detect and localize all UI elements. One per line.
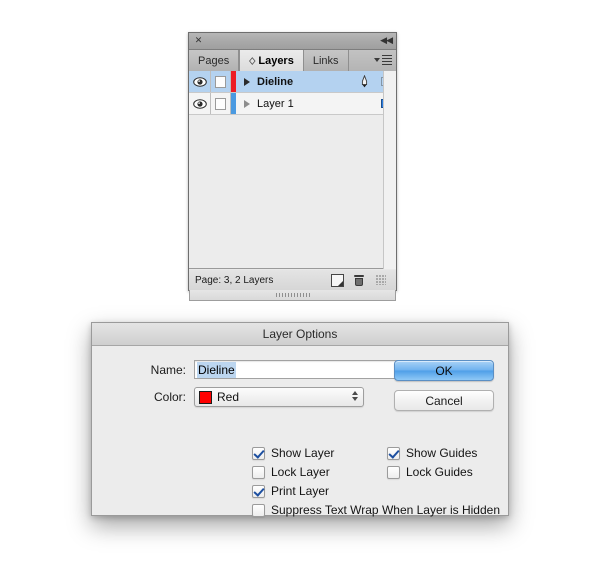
drag-handle-icon [275,293,310,297]
tab-layers[interactable]: ◇ Layers [239,50,304,71]
layer-lock-toggle[interactable] [211,93,231,114]
layers-panel: ✕ ◀◀ Pages ◇ Layers Links Dieline Layer … [188,32,397,301]
ok-button[interactable]: OK [394,360,494,381]
name-label: Name: [150,362,186,377]
layer-name[interactable]: Layer 1 [254,93,354,114]
tab-links[interactable]: Links [303,50,349,71]
checkbox-lock-guides-label: Lock Guides [406,465,473,479]
chevron-right-icon [243,77,250,86]
table-row[interactable]: Layer 1 [189,93,396,115]
layer-target-indicator[interactable] [354,71,374,92]
checkbox-show-guides[interactable]: Show Guides [387,446,502,460]
checkbox-print-layer-label: Print Layer [271,484,330,498]
color-label: Color: [153,390,186,404]
panel-menu-icon[interactable] [372,54,392,66]
checkbox-icon [387,465,400,479]
layer-name[interactable]: Dieline [254,71,354,92]
layer-disclosure-toggle[interactable] [236,71,254,92]
checkbox-lock-layer-label: Lock Layer [271,465,330,479]
table-row[interactable]: Dieline [189,71,396,93]
layers-status-text: Page: 3, 2 Layers [195,274,274,286]
tab-spinner-icon: ◇ [249,55,256,66]
dialog-title: Layer Options [262,327,338,341]
color-swatch-icon [199,390,212,404]
delete-layer-button[interactable] [348,274,370,286]
checkbox-show-guides-label: Show Guides [406,446,478,460]
checkbox-lock-layer[interactable]: Lock Layer [252,465,387,479]
checkbox-lock-guides[interactable]: Lock Guides [387,465,502,479]
checkbox-show-layer-label: Show Layer [271,446,335,460]
dialog-body: Name: Dieline Color: Red OK Cancel Show … [92,346,508,552]
eye-icon [192,98,207,109]
chevron-down-icon [374,58,380,62]
panel-resize-handle[interactable] [370,275,392,285]
checkbox-suppress-text-wrap-label: Suppress Text Wrap When Layer is Hidden [271,503,501,517]
tab-pages-label: Pages [198,54,230,67]
cancel-button[interactable]: Cancel [394,390,494,411]
layer-visibility-toggle[interactable] [189,71,211,92]
dialog-button-group: OK Cancel [394,360,494,420]
panel-titlebar[interactable]: ✕ ◀◀ [189,33,396,50]
layer-lock-toggle[interactable] [211,71,231,92]
checkbox-icon [252,503,265,517]
vertical-scrollbar[interactable] [383,71,396,269]
name-input-value: Dieline [197,361,236,378]
tab-links-label: Links [312,54,339,67]
dialog-titlebar[interactable]: Layer Options [92,323,508,346]
layer-options-dialog: Layer Options Name: Dieline Color: Red O… [91,322,509,517]
trash-icon [354,274,364,286]
layer-disclosure-toggle[interactable] [236,93,254,114]
layers-list: Dieline Layer 1 [189,71,396,269]
new-layer-icon [330,273,344,287]
tab-pages[interactable]: Pages [189,50,240,71]
chevron-right-icon [243,99,250,108]
panel-drag-strip[interactable] [189,290,396,301]
resize-grip-icon [376,275,386,285]
color-select-value: Red [217,390,240,404]
stepper-icon[interactable] [352,391,358,401]
layer-target-indicator[interactable] [354,93,374,114]
checkbox-icon [252,465,265,479]
checkbox-icon [252,446,265,460]
pen-icon [361,75,367,88]
checkbox-icon [252,484,265,498]
collapse-icon[interactable]: ◀◀ [380,35,393,46]
panel-tab-bar: Pages ◇ Layers Links [189,50,396,72]
color-select[interactable]: Red [194,387,364,407]
checkbox-area: Show Layer Show Guides Lock Layer Lock G… [252,446,502,517]
eye-icon [192,76,207,87]
checkbox-spacer [387,484,502,498]
lock-icon [215,75,226,88]
close-icon[interactable]: ✕ [193,35,204,46]
hamburger-icon [382,54,392,66]
name-input[interactable]: Dieline [194,360,418,379]
panel-footer: Page: 3, 2 Layers [189,270,396,290]
tab-layers-label: Layers [258,54,294,67]
new-layer-button[interactable] [326,273,348,287]
layer-visibility-toggle[interactable] [189,93,211,114]
lock-icon [215,97,226,110]
checkbox-suppress-text-wrap[interactable]: Suppress Text Wrap When Layer is Hidden [252,503,502,517]
checkbox-icon [387,446,400,460]
checkbox-print-layer[interactable]: Print Layer [252,484,387,498]
checkbox-show-layer[interactable]: Show Layer [252,446,387,460]
